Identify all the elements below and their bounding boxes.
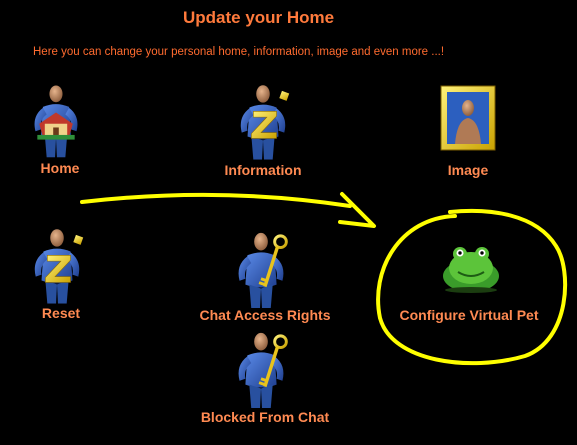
- page-description: Here you can change your personal home, …: [33, 46, 445, 58]
- blocked-from-chat-link[interactable]: Blocked From Chat: [201, 409, 329, 425]
- green-frog-pet-icon[interactable]: [440, 242, 502, 294]
- reset-link[interactable]: Reset: [42, 305, 80, 321]
- page-title: Update your Home: [183, 8, 335, 27]
- man-with-z-letter-icon[interactable]: [234, 82, 292, 160]
- configure-virtual-pet-link[interactable]: Configure Virtual Pet: [400, 307, 539, 323]
- man-holding-key-icon[interactable]: [230, 330, 292, 408]
- man-with-z-letter-icon[interactable]: [28, 226, 86, 304]
- home-link[interactable]: Home: [41, 160, 80, 176]
- framed-portrait-icon[interactable]: [440, 85, 496, 151]
- man-holding-house-icon[interactable]: [28, 82, 84, 158]
- information-link[interactable]: Information: [225, 162, 302, 178]
- annotation-arrow: [80, 192, 352, 208]
- annotation-arrowhead: [338, 192, 376, 228]
- image-link[interactable]: Image: [448, 162, 488, 178]
- man-holding-key-icon[interactable]: [230, 230, 292, 308]
- chat-access-rights-link[interactable]: Chat Access Rights: [200, 307, 331, 323]
